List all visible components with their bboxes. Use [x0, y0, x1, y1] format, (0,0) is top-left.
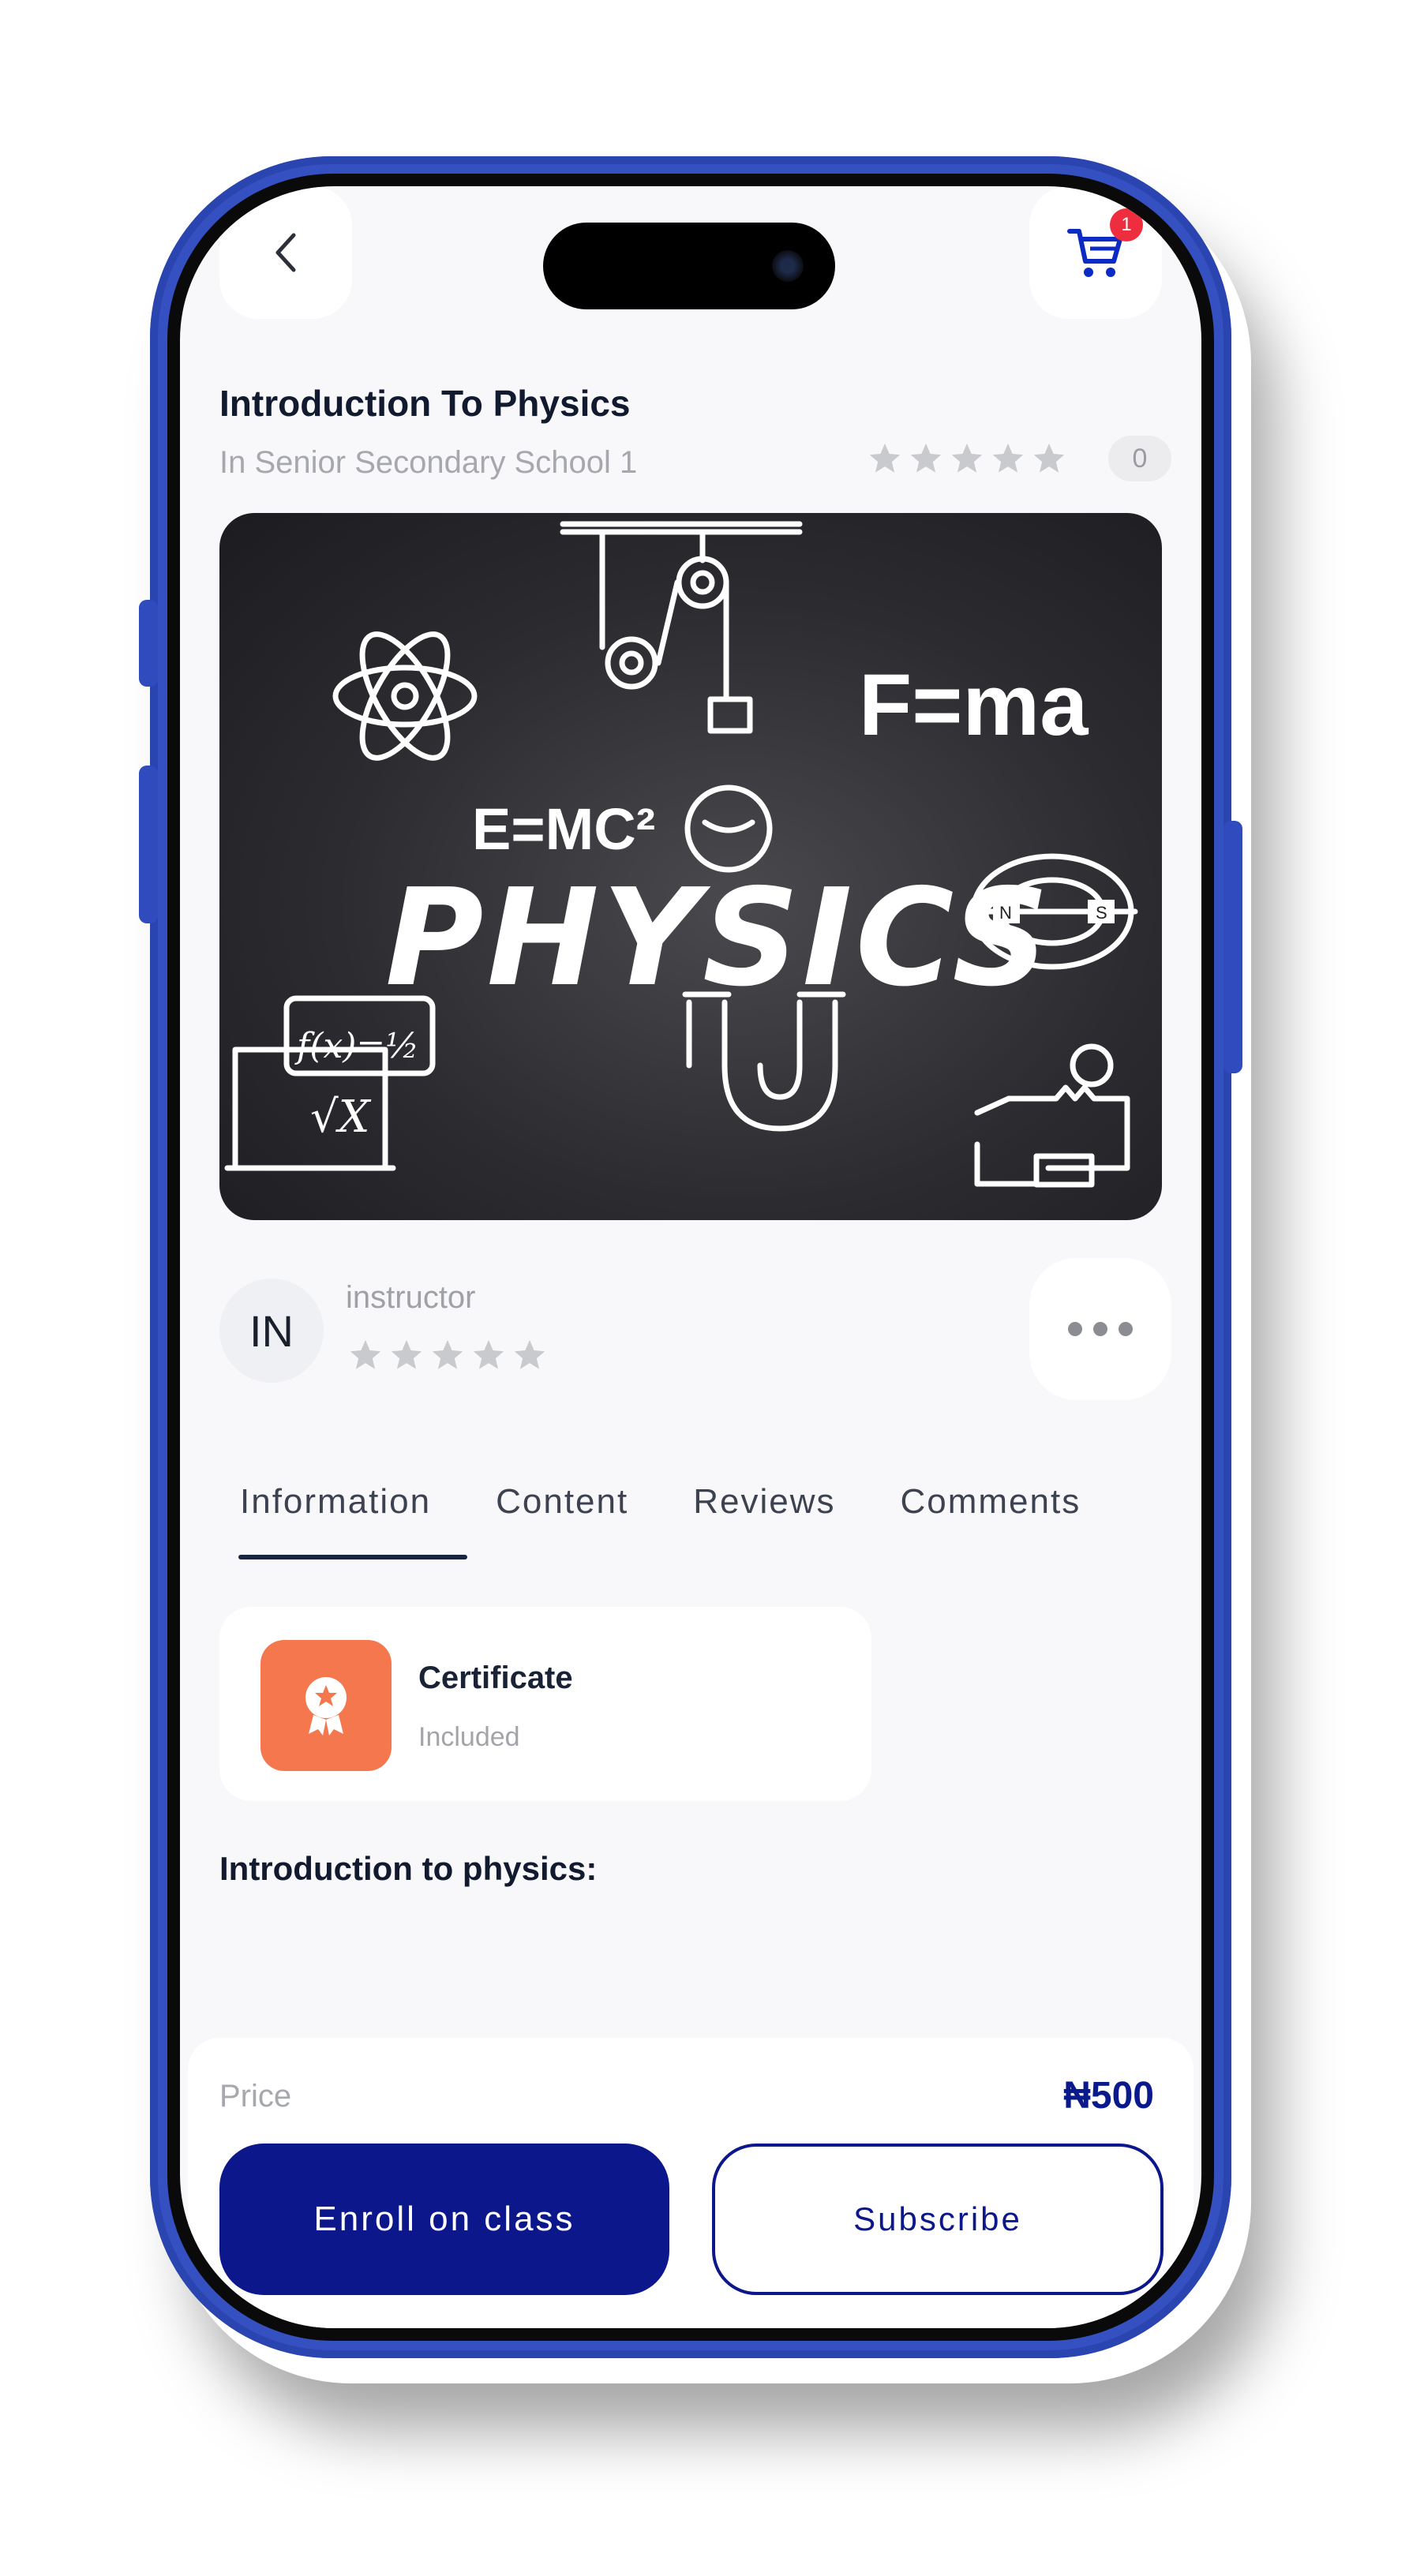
- tab-content[interactable]: Content: [496, 1482, 628, 1522]
- more-dot: [1119, 1322, 1133, 1336]
- star-icon: [910, 443, 942, 473]
- rating-count-pill: 0: [1108, 436, 1171, 481]
- side-button-power: [1224, 821, 1242, 1073]
- tab-reviews[interactable]: Reviews: [693, 1482, 835, 1522]
- award-icon: [305, 1677, 347, 1735]
- certificate-title: Certificate: [418, 1661, 573, 1695]
- description-heading: Introduction to physics:: [219, 1850, 598, 1887]
- tab-information[interactable]: Information: [240, 1482, 431, 1522]
- more-options-button[interactable]: [1029, 1258, 1171, 1400]
- course-rating-stars: [867, 440, 1067, 477]
- certificate-icon-box: [260, 1640, 392, 1771]
- instructor-name[interactable]: instructor: [346, 1280, 476, 1316]
- star-icon: [951, 443, 983, 473]
- hero-equation-fma: F=ma: [859, 657, 1089, 754]
- course-cover-image: √X f(x)=½ N S E=MC² F=ma PHYSICS: [219, 513, 1162, 1220]
- star-icon: [391, 1339, 422, 1369]
- side-button-volume: [139, 766, 158, 923]
- purchase-panel: Price ₦500 Enroll on class Subscribe: [188, 2038, 1194, 2328]
- certificate-card: Certificate Included: [219, 1607, 871, 1801]
- enroll-button[interactable]: Enroll on class: [219, 2144, 669, 2295]
- star-icon: [514, 1339, 545, 1369]
- price-value: ₦500: [1063, 2075, 1154, 2117]
- subscribe-button[interactable]: Subscribe: [712, 2144, 1164, 2295]
- camera-lens: [772, 250, 804, 282]
- star-icon: [1033, 443, 1065, 473]
- instructor-rating-stars: [347, 1337, 548, 1373]
- more-dot: [1093, 1322, 1107, 1336]
- hero-title: PHYSICS: [385, 860, 1052, 1017]
- tab-comments[interactable]: Comments: [901, 1482, 1081, 1522]
- star-icon: [992, 443, 1024, 473]
- more-horizontal-icon: [1068, 1322, 1082, 1336]
- course-title: Introduction To Physics: [219, 383, 631, 424]
- course-tabs: Information Content Reviews Comments: [240, 1482, 1145, 1522]
- star-icon: [350, 1339, 381, 1369]
- side-button-mute: [139, 600, 158, 687]
- dynamic-island: [543, 223, 835, 309]
- chevron-left-icon: [275, 233, 296, 272]
- certificate-status: Included: [418, 1722, 520, 1752]
- star-icon: [473, 1339, 504, 1369]
- back-button[interactable]: [219, 186, 352, 319]
- svg-text:f(x)=½: f(x)=½: [294, 1026, 419, 1066]
- course-subtitle: In Senior Secondary School 1: [219, 445, 638, 480]
- active-tab-indicator: [238, 1555, 467, 1559]
- svg-text:√X: √X: [310, 1091, 372, 1143]
- star-icon: [869, 443, 901, 473]
- price-label: Price: [219, 2079, 292, 2114]
- svg-text:S: S: [1096, 903, 1107, 923]
- app-screen: 1 Introduction To Physics In Senior Seco…: [180, 186, 1201, 2328]
- cart-count-badge: 1: [1110, 208, 1143, 242]
- hero-equation-emc2: E=MC²: [472, 796, 656, 862]
- instructor-avatar[interactable]: IN: [219, 1279, 324, 1383]
- cart-button[interactable]: 1: [1029, 186, 1162, 319]
- star-icon: [432, 1339, 463, 1369]
